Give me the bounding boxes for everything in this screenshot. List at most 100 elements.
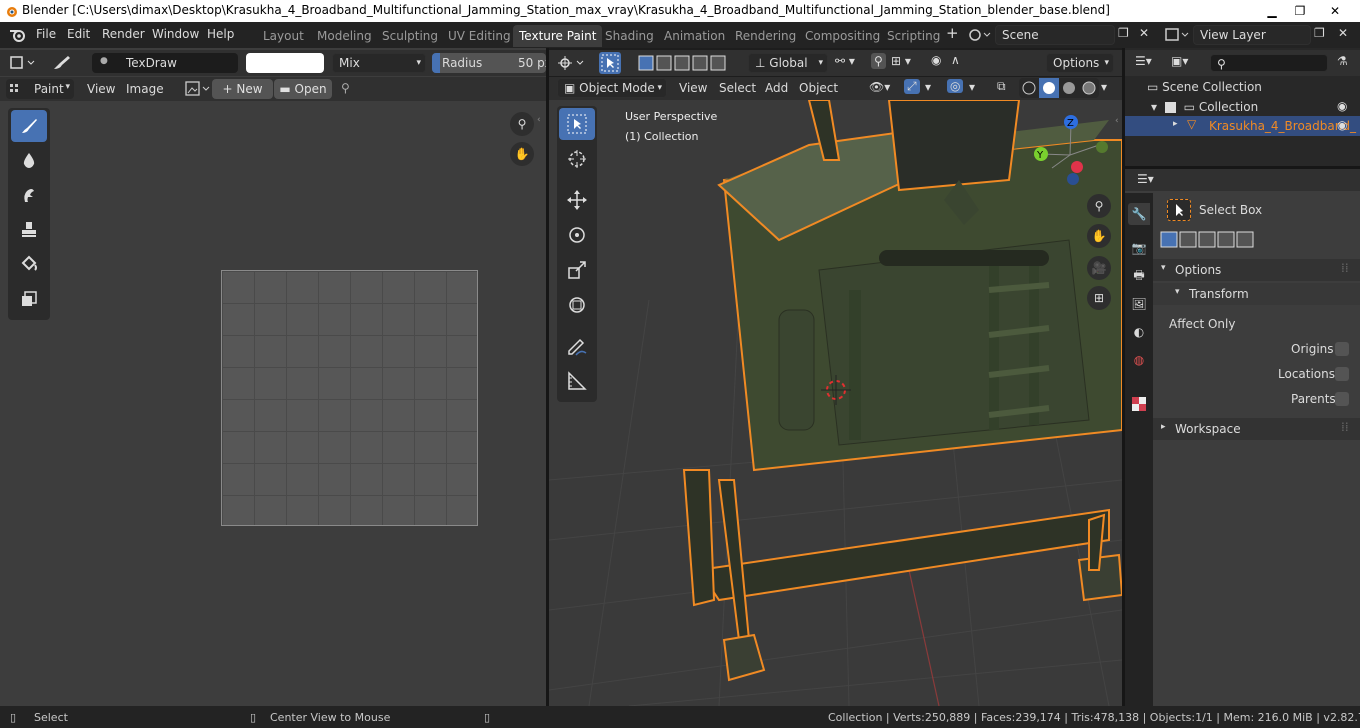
uv-grid-canvas[interactable]: [221, 270, 478, 526]
menu-image[interactable]: Image: [126, 82, 164, 96]
rotate-tool-button[interactable]: [559, 219, 595, 251]
properties-editor-type-icon[interactable]: ☰▾: [1137, 172, 1154, 186]
drag-handle-icon[interactable]: ⁞⁞: [1341, 420, 1349, 434]
menu-help[interactable]: Help: [207, 27, 234, 41]
pivot-icon[interactable]: ⚯ ▾: [835, 54, 855, 68]
scene-name-field[interactable]: Scene: [995, 25, 1115, 45]
hand-pan-icon[interactable]: ✋: [510, 142, 534, 166]
hand-pan-icon[interactable]: ✋: [1087, 224, 1111, 248]
menu-object[interactable]: Object: [799, 81, 838, 95]
checkbox-icon[interactable]: [1164, 102, 1176, 113]
menu-add[interactable]: Add: [765, 81, 788, 95]
proportional-edit-icon[interactable]: ◉: [931, 53, 941, 67]
zoom-icon[interactable]: ⚲: [510, 112, 534, 136]
transform-subpanel-header[interactable]: ▾ Transform: [1153, 283, 1360, 305]
blend-mode-dropdown[interactable]: Mix ▾: [332, 53, 426, 73]
tab-modeling[interactable]: Modeling: [311, 25, 378, 47]
tab-compositing[interactable]: Compositing: [799, 25, 886, 47]
fill-tool-button[interactable]: [11, 248, 47, 280]
delete-scene-icon[interactable]: ✕: [1139, 26, 1149, 40]
xray-icon[interactable]: ⧉: [997, 79, 1006, 94]
sidebar-toggle-icon[interactable]: ‹: [537, 115, 541, 125]
tab-rendering[interactable]: Rendering: [729, 25, 802, 47]
brush-icon[interactable]: [50, 53, 74, 73]
selection-mode-group[interactable]: [637, 53, 727, 73]
tab-scripting[interactable]: Scripting: [881, 25, 946, 47]
select-tool-icon[interactable]: [599, 52, 621, 74]
overlay-toggle-icon[interactable]: ◎: [947, 79, 964, 93]
select-box-tool-button[interactable]: [559, 108, 595, 140]
copy-view-layer-icon[interactable]: ❐: [1314, 26, 1325, 40]
viewport-sidebar-toggle-icon[interactable]: ‹: [1115, 116, 1119, 126]
outliner-row-object[interactable]: ▸ ▽ Krasukha_4_Broadband_ ◉: [1125, 116, 1360, 136]
parents-checkbox[interactable]: [1335, 392, 1349, 406]
tool-tab-icon[interactable]: 🔧: [1128, 203, 1150, 225]
shading-mode-group[interactable]: [1019, 78, 1099, 98]
menu-view[interactable]: View: [87, 82, 115, 96]
tab-uv-editing[interactable]: UV Editing: [442, 25, 517, 47]
menu-window[interactable]: Window: [152, 27, 199, 41]
selection-mode-buttons[interactable]: [1159, 231, 1259, 249]
draw-tool-button[interactable]: [11, 110, 47, 142]
view-layer-icon[interactable]: [1163, 25, 1191, 45]
image-browse-icon[interactable]: [184, 79, 212, 99]
options-dropdown[interactable]: Options ▾: [1046, 53, 1114, 73]
shading-chevron-icon[interactable]: ▾: [1101, 80, 1107, 94]
color-swatch[interactable]: [246, 53, 324, 73]
outliner-row-scene-collection[interactable]: ▭ Scene Collection: [1147, 80, 1262, 94]
paint-mode-dropdown[interactable]: Paint ▾: [6, 79, 74, 99]
delete-view-layer-icon[interactable]: ✕: [1338, 26, 1348, 40]
menu-edit[interactable]: Edit: [67, 27, 90, 41]
output-tab-icon[interactable]: 🖶: [1128, 265, 1150, 287]
view-layer-field[interactable]: View Layer: [1193, 25, 1311, 45]
outliner-editor-type-icon[interactable]: ☰▾: [1135, 54, 1152, 68]
render-tab-icon[interactable]: 📷: [1128, 237, 1150, 259]
close-button[interactable]: ✕: [1320, 0, 1350, 22]
menu-file[interactable]: File: [36, 27, 56, 41]
open-image-button[interactable]: ▬ Open: [274, 79, 332, 99]
radius-slider[interactable]: Radius 50 px: [432, 53, 546, 73]
visibility-icon[interactable]: 👁▾: [869, 80, 890, 94]
transform-tool-button[interactable]: [559, 289, 595, 321]
snap-icon[interactable]: ⚲: [871, 53, 886, 69]
blender-menu-icon[interactable]: [9, 27, 27, 43]
mask-tool-button[interactable]: [11, 283, 47, 315]
move-tool-button[interactable]: [559, 184, 595, 216]
add-workspace-icon[interactable]: +: [946, 24, 959, 42]
menu-render[interactable]: Render: [102, 27, 145, 41]
outliner-search-input[interactable]: ⚲: [1210, 54, 1328, 72]
ortho-grid-icon[interactable]: ⊞: [1087, 286, 1111, 310]
tab-shading[interactable]: Shading: [599, 25, 660, 47]
camera-icon[interactable]: 🎥: [1087, 256, 1111, 280]
smear-tool-button[interactable]: [11, 179, 47, 211]
workspace-panel-header[interactable]: ▸ Workspace ⁞⁞: [1153, 418, 1360, 440]
cursor-tool-button[interactable]: [559, 143, 595, 175]
locations-checkbox[interactable]: [1335, 367, 1349, 381]
gizmo-chevron-icon[interactable]: ▾: [925, 80, 931, 94]
eye-icon[interactable]: ◉: [1337, 99, 1347, 113]
annotate-tool-button[interactable]: [559, 330, 595, 362]
soften-tool-button[interactable]: [11, 144, 47, 176]
scene-tab-icon[interactable]: ◐: [1128, 321, 1150, 343]
new-image-button[interactable]: + New: [212, 79, 273, 99]
display-mode-icon[interactable]: ▣▾: [1171, 54, 1188, 68]
overlay-chevron-icon[interactable]: ▾: [969, 80, 975, 94]
view-layer-tab-icon[interactable]: 🖼: [1128, 293, 1150, 315]
texture-tab-icon[interactable]: [1128, 393, 1150, 415]
clone-tool-button[interactable]: [11, 213, 47, 245]
pin-icon[interactable]: ⚲: [341, 81, 350, 95]
falloff-icon[interactable]: ∧: [951, 53, 960, 67]
menu-view[interactable]: View: [679, 81, 707, 95]
viewport-editor-type-icon[interactable]: [557, 53, 589, 73]
menu-select[interactable]: Select: [719, 81, 756, 95]
maximize-button[interactable]: ❐: [1285, 0, 1315, 22]
outliner-row-collection[interactable]: ▾ ▭ Collection: [1151, 100, 1258, 114]
scene-selector-icon[interactable]: [966, 25, 992, 45]
orientation-dropdown[interactable]: ⊥ Global ▾: [748, 53, 828, 73]
tab-animation[interactable]: Animation: [658, 25, 731, 47]
tab-texture-paint[interactable]: Texture Paint: [513, 25, 603, 47]
gizmo-toggle-icon[interactable]: ⤢: [904, 79, 920, 94]
tab-sculpting[interactable]: Sculpting: [376, 25, 444, 47]
drag-handle-icon[interactable]: ⁞⁞: [1341, 261, 1349, 275]
editor-type-icon[interactable]: [8, 53, 40, 73]
